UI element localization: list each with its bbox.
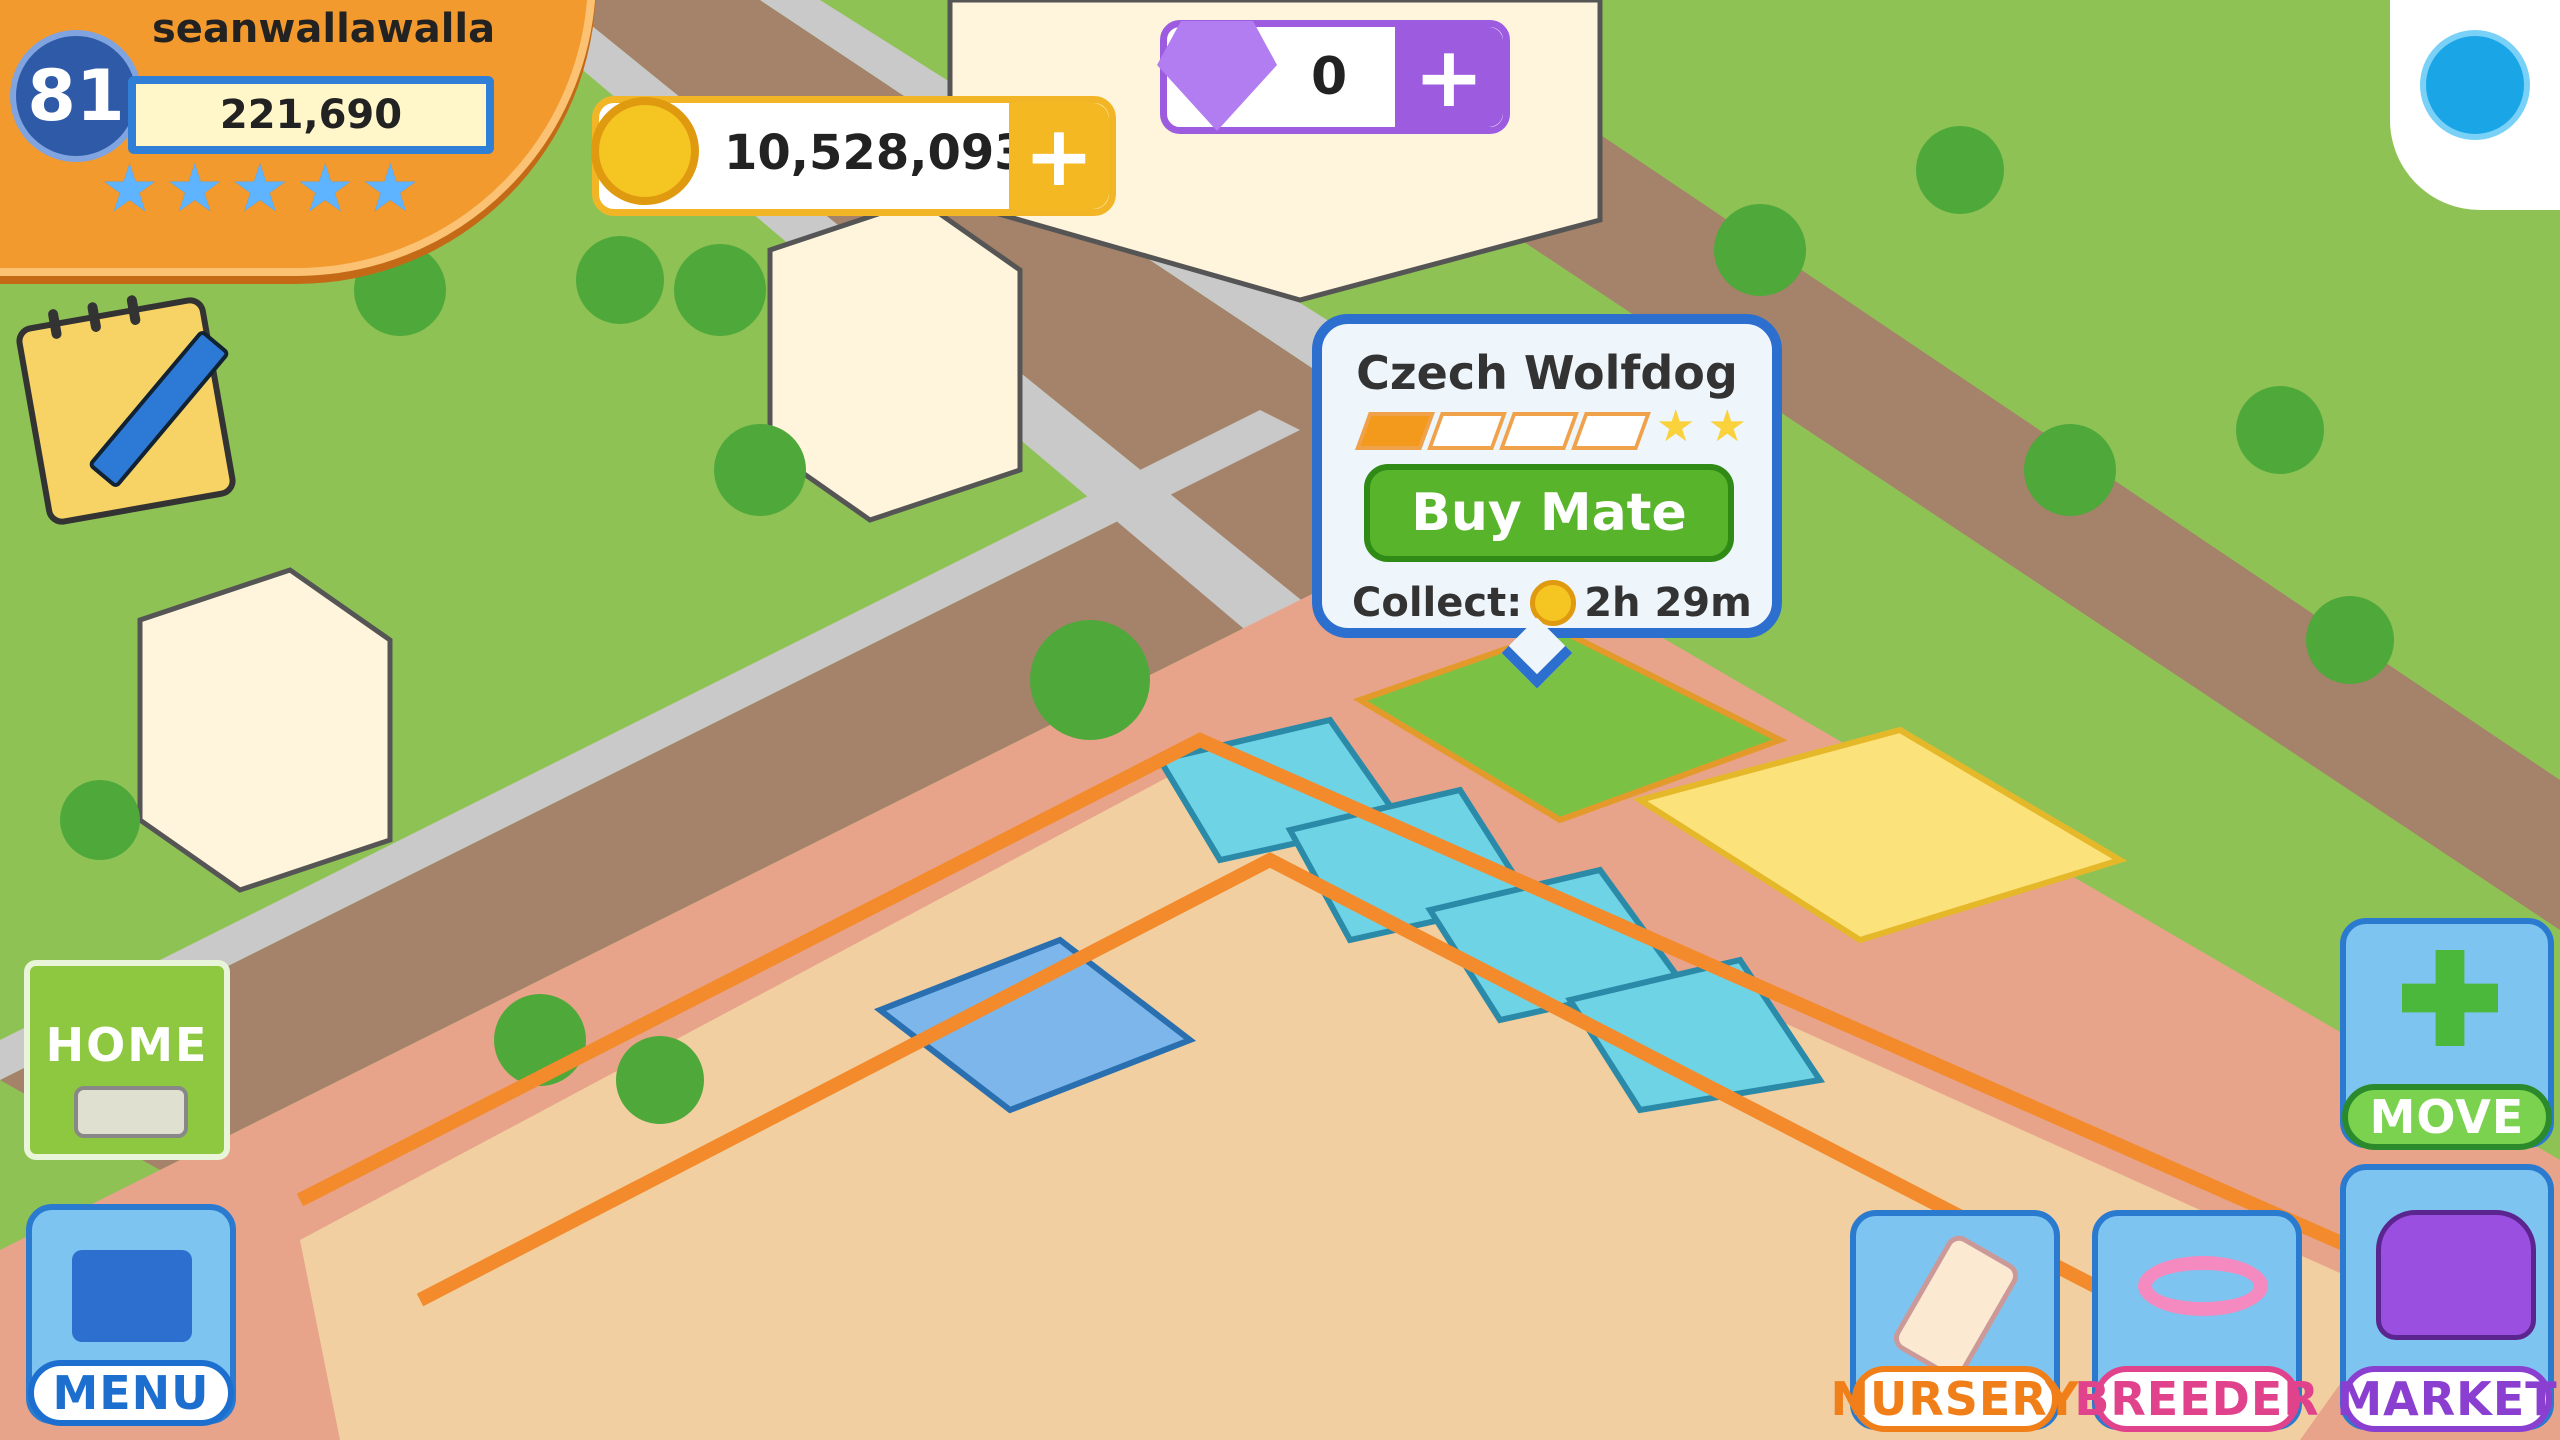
baby-bottle-icon	[1888, 1230, 2024, 1384]
move-label: MOVE	[2342, 1084, 2552, 1150]
market-label: MARKET	[2336, 1366, 2557, 1432]
breeding-progress: ★ ★	[1355, 401, 1747, 452]
progress-segment	[1499, 412, 1579, 450]
folder-icon	[72, 1250, 192, 1342]
home-button[interactable]: HOME	[24, 960, 230, 1160]
move-button[interactable]: MOVE	[2340, 918, 2554, 1150]
player-level-badge: 81	[10, 30, 142, 162]
pet-name: Czech Wolfdog	[1356, 346, 1738, 400]
gem-counter: 0 +	[1157, 20, 1510, 134]
star-icon: ★	[100, 150, 160, 227]
menu-button[interactable]: MENU	[26, 1204, 236, 1426]
star-icon: ★	[230, 150, 290, 227]
purse-icon	[2376, 1210, 2536, 1340]
goals-notebook-icon[interactable]	[13, 294, 239, 528]
home-label: HOME	[45, 1018, 209, 1072]
progress-segment	[1355, 412, 1435, 450]
menu-label: MENU	[28, 1360, 234, 1426]
move-arrows-icon	[2402, 950, 2498, 1046]
star-icon: ★	[295, 150, 355, 227]
coin-value: 10,528,093	[724, 125, 1028, 181]
gem-icon	[1157, 21, 1277, 131]
pet-info-popup: Czech Wolfdog ★ ★ Buy Mate Collect: 2h 2…	[1312, 314, 1782, 638]
player-xp-bar: 221,690	[128, 76, 494, 154]
corner-tab[interactable]	[2390, 0, 2560, 210]
nursery-label: NURSERY	[1830, 1366, 2079, 1432]
collect-row: Collect: 2h 29m	[1352, 580, 1752, 626]
breeder-label: BREEDER	[2074, 1366, 2319, 1432]
collect-time: 2h 29m	[1584, 580, 1752, 626]
add-gems-button[interactable]: +	[1395, 27, 1503, 127]
progress-segment	[1427, 412, 1507, 450]
star-icon: ★	[1656, 401, 1696, 452]
kiip-logo-icon[interactable]	[2420, 30, 2530, 140]
collar-icon	[2138, 1256, 2268, 1316]
buy-mate-button[interactable]: Buy Mate	[1364, 464, 1734, 562]
coin-counter: 10,528,093 +	[591, 96, 1116, 216]
star-icon: ★	[360, 150, 420, 227]
collect-label: Collect:	[1352, 580, 1523, 626]
coin-icon	[591, 97, 699, 205]
add-coins-button[interactable]: +	[1009, 103, 1109, 209]
breeder-button[interactable]: BREEDER	[2074, 1210, 2319, 1432]
market-button[interactable]: MARKET	[2336, 1164, 2557, 1432]
sofa-icon	[74, 1086, 188, 1138]
gem-value: 0	[1311, 47, 1348, 107]
progress-segment	[1571, 412, 1651, 450]
star-icon: ★	[1707, 401, 1747, 452]
player-username: seanwallawalla	[152, 6, 496, 52]
star-icon: ★	[165, 150, 225, 227]
nursery-button[interactable]: NURSERY	[1830, 1210, 2079, 1432]
player-stars: ★ ★ ★ ★ ★	[100, 150, 420, 227]
